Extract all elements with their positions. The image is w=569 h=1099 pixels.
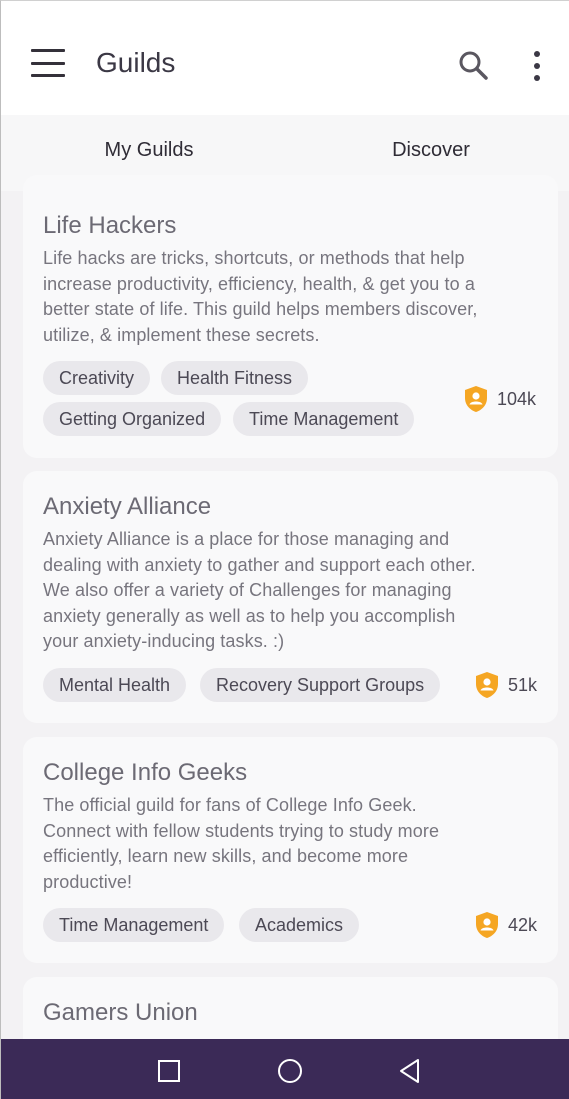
tag-chip[interactable]: Time Management <box>233 402 415 436</box>
member-count-value: 51k <box>508 674 538 695</box>
guild-card-anxiety-alliance[interactable]: Anxiety Alliance Anxiety Alliance is a p… <box>23 471 558 723</box>
screen: Guilds My Guilds Discover Life Hackers L… <box>0 0 569 1099</box>
tag-chip[interactable]: Time Management <box>43 908 225 942</box>
search-icon[interactable] <box>456 48 490 82</box>
square-recents-icon[interactable] <box>155 1057 183 1085</box>
guild-title: Life Hackers <box>43 212 177 239</box>
member-count-value: 42k <box>508 914 538 935</box>
guild-title: College Info Geeks <box>43 759 248 786</box>
page-title: Guilds <box>96 47 176 78</box>
member-shield-icon <box>476 672 498 698</box>
tag-chip[interactable]: Academics <box>239 908 360 942</box>
member-shield-icon <box>476 912 498 938</box>
tag-chip[interactable]: Creativity <box>43 361 151 395</box>
member-count: 104k <box>463 385 536 413</box>
more-vertical-icon[interactable] <box>531 51 543 81</box>
tag-chip[interactable]: Recovery Support Groups <box>200 668 441 702</box>
circle-home-icon[interactable] <box>276 1057 304 1085</box>
guild-title: Gamers Union <box>43 999 198 1026</box>
guild-card-college-info-geeks[interactable]: College Info Geeks The official guild fo… <box>23 737 558 963</box>
member-shield-icon <box>465 386 487 412</box>
member-count-value: 104k <box>497 388 537 409</box>
guild-description: Anxiety Alliance is a place for those ma… <box>43 529 476 651</box>
member-count: 42k <box>474 911 537 939</box>
tag-chip[interactable]: Getting Organized <box>43 402 222 436</box>
member-count: 51k <box>474 671 537 699</box>
hamburger-menu-icon[interactable] <box>31 49 65 77</box>
guild-description: The official guild for fans of College I… <box>43 795 440 892</box>
triangle-back-icon[interactable] <box>396 1057 424 1085</box>
guild-description: Life hacks are tricks, shortcuts, or met… <box>43 248 478 345</box>
app-bar: Guilds <box>1 1 569 115</box>
system-navigation-bar <box>1 1039 569 1099</box>
tag-chip[interactable]: Mental Health <box>43 668 187 702</box>
tag-chip[interactable]: Health Fitness <box>161 361 309 395</box>
guild-card-life-hackers[interactable]: Life Hackers Life hacks are tricks, shor… <box>23 175 558 458</box>
guild-title: Anxiety Alliance <box>43 493 212 520</box>
